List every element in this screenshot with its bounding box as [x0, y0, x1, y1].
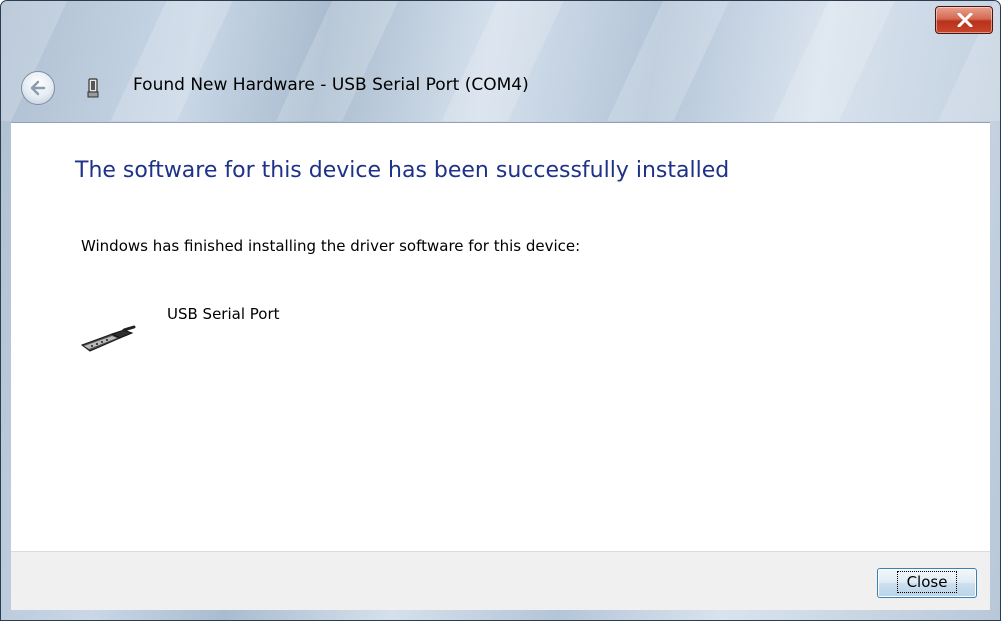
status-message: Windows has finished installing the driv…: [81, 237, 581, 255]
close-button[interactable]: Close: [877, 568, 977, 598]
back-button[interactable]: [21, 71, 55, 105]
window-close-button[interactable]: [935, 6, 993, 34]
window-title: Found New Hardware - USB Serial Port (CO…: [133, 75, 529, 95]
close-button-label: Close: [896, 571, 958, 593]
usb-device-icon: [87, 78, 99, 102]
dialog-footer: Close: [11, 551, 990, 610]
back-arrow-icon: [30, 80, 46, 96]
found-new-hardware-window: Found New Hardware - USB Serial Port (CO…: [0, 0, 1001, 621]
close-x-icon: [957, 13, 973, 27]
page-heading: The software for this device has been su…: [75, 158, 730, 183]
device-name: USB Serial Port: [167, 305, 280, 323]
serial-connector-icon: [78, 325, 136, 359]
content-panel: The software for this device has been su…: [11, 122, 990, 551]
